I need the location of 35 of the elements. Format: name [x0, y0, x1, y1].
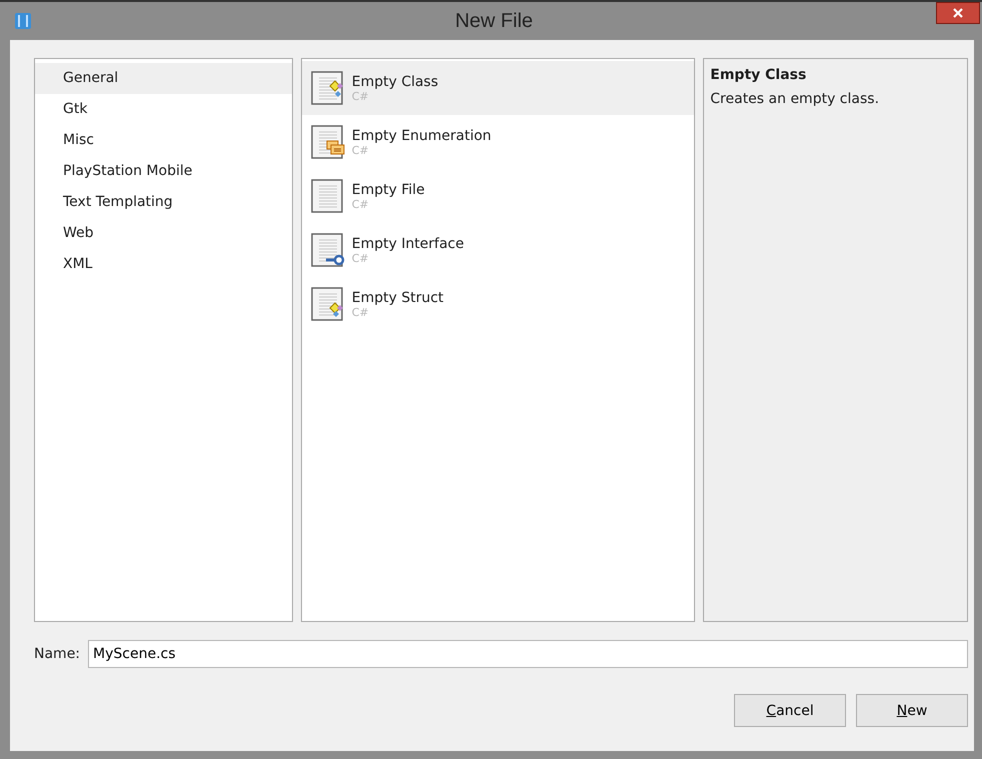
category-item[interactable]: General: [35, 63, 292, 94]
category-item[interactable]: Gtk: [35, 94, 292, 125]
cancel-button[interactable]: Cancel: [734, 694, 846, 727]
document-badge-icon: [310, 70, 346, 106]
name-field[interactable]: MyScene.cs: [88, 640, 968, 668]
category-item[interactable]: Web: [35, 218, 292, 249]
close-icon: [952, 8, 964, 18]
close-button[interactable]: [936, 2, 980, 24]
template-name: Empty Interface: [352, 236, 464, 252]
document-badge-icon: [310, 232, 346, 268]
template-name: Empty Class: [352, 74, 438, 90]
description-title: Empty Class: [710, 67, 808, 83]
template-language: C#: [352, 144, 369, 156]
description-text: Creates an empty class.: [710, 91, 880, 107]
template-name: Empty File: [352, 182, 425, 198]
category-item[interactable]: PlayStation Mobile: [35, 156, 292, 187]
template-name: Empty Struct: [352, 290, 444, 306]
template-item[interactable]: Empty File C#: [302, 169, 694, 223]
document-badge-icon: [310, 124, 346, 160]
template-item[interactable]: Empty Enumeration C#: [302, 115, 694, 169]
category-item[interactable]: Misc: [35, 125, 292, 156]
template-item[interactable]: Empty Struct C#: [302, 277, 694, 331]
window-title: New File: [454, 10, 534, 32]
category-item[interactable]: XML: [35, 249, 292, 280]
template-name: Empty Enumeration: [352, 128, 492, 144]
document-icon: [310, 178, 346, 214]
name-label: Name:: [34, 646, 80, 662]
template-language: C#: [352, 198, 369, 210]
template-language: C#: [352, 252, 369, 264]
category-item[interactable]: Text Templating: [35, 187, 292, 218]
app-icon: [14, 12, 32, 30]
template-item[interactable]: Empty Interface C#: [302, 223, 694, 277]
new-button[interactable]: New: [856, 694, 968, 727]
template-language: C#: [352, 306, 369, 318]
document-badge-icon: [310, 286, 346, 322]
